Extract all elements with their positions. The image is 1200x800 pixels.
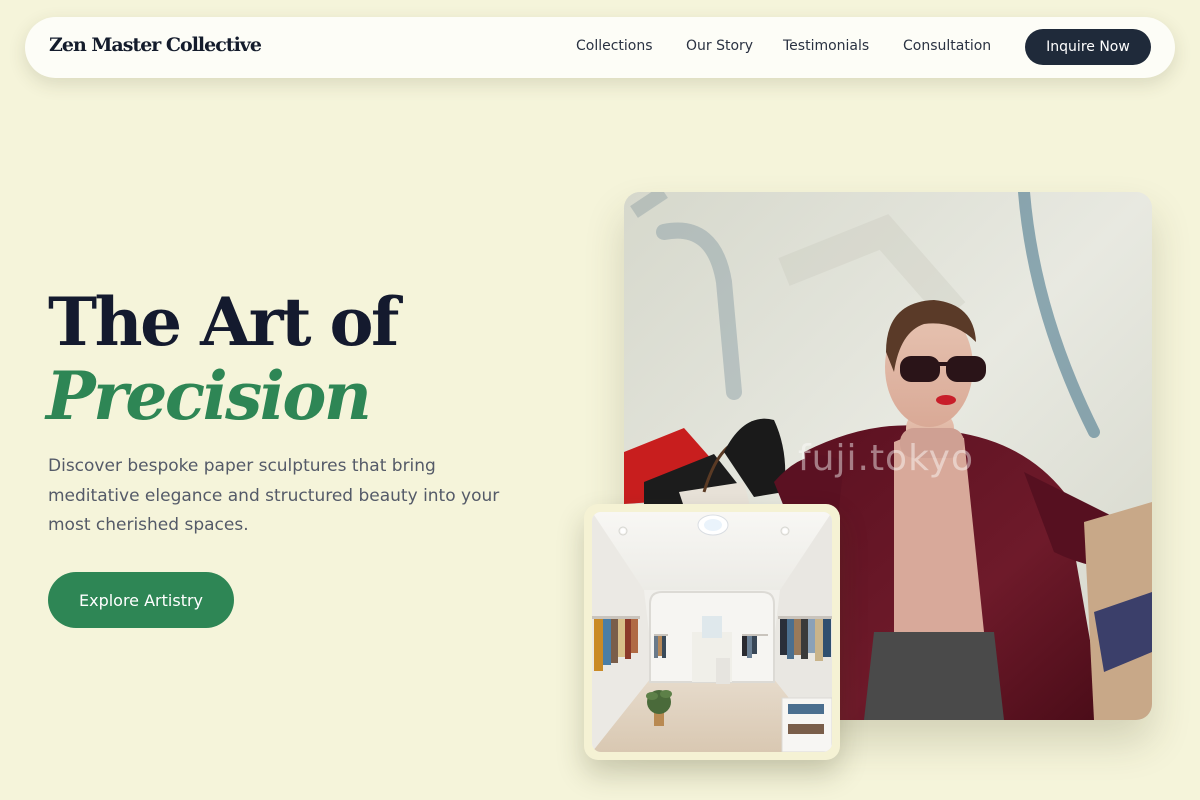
image-watermark: fuji.tokyo — [798, 438, 974, 479]
inquire-now-button[interactable]: Inquire Now — [1025, 29, 1151, 65]
hero-inset-image-frame — [584, 504, 840, 760]
hero-description: Discover bespoke paper sculptures that b… — [48, 456, 500, 535]
boutique-interior-photo — [592, 512, 832, 752]
explore-artistry-button[interactable]: Explore Artistry — [48, 572, 234, 628]
nav-link-testimonials[interactable]: Testimonials — [783, 38, 869, 54]
nav-link-consultation[interactable]: Consultation — [903, 38, 991, 54]
brand-logo[interactable]: Zen Master Collective — [49, 34, 262, 56]
hero-inset-image — [592, 512, 832, 752]
hero-title-line2: Precision — [46, 357, 372, 435]
hero-title-line1: The Art of — [48, 283, 399, 361]
nav-link-collections[interactable]: Collections — [576, 38, 653, 54]
nav-link-our-story[interactable]: Our Story — [686, 38, 753, 54]
top-navigation: Zen Master Collective Collections Our St… — [25, 17, 1175, 78]
